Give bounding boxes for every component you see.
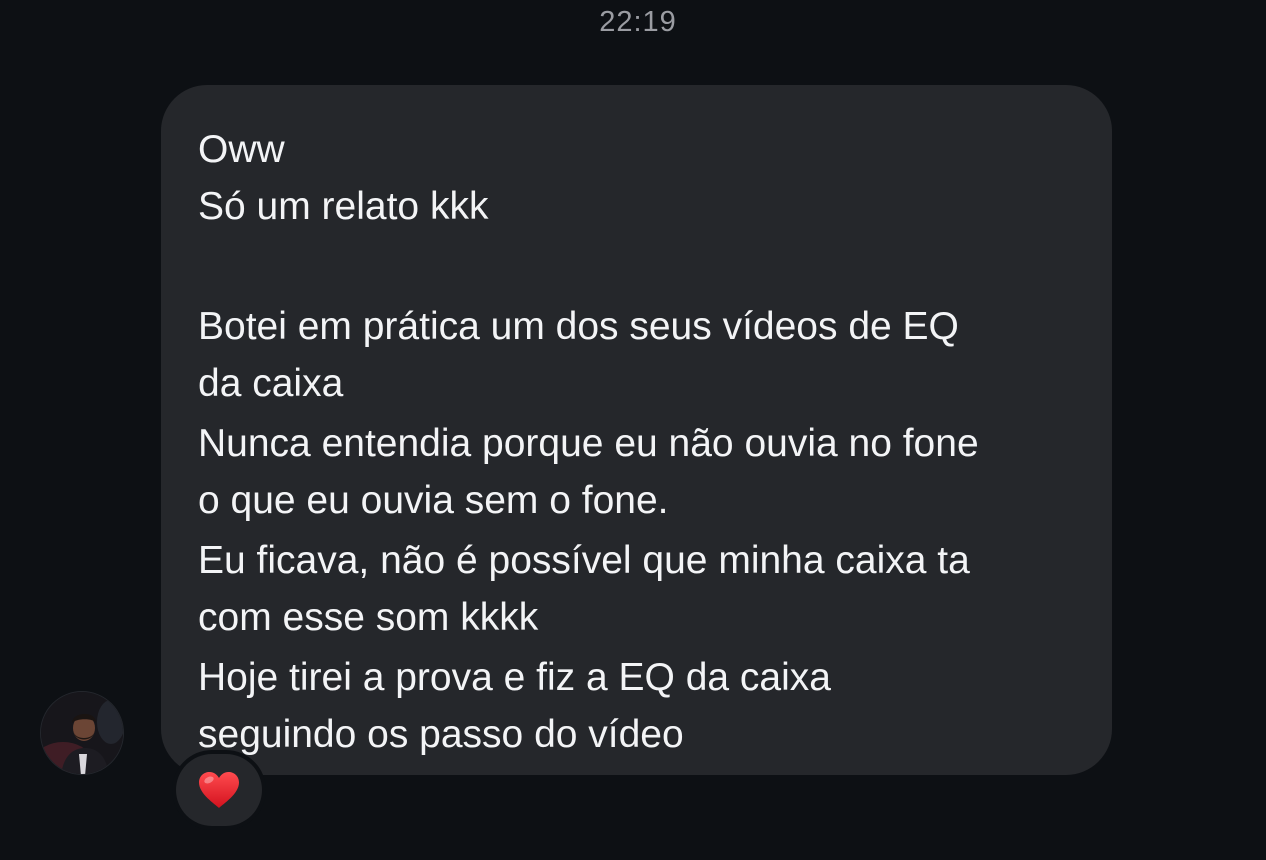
message-bubble[interactable]: Oww Só um relato kkk Botei em prática um… — [161, 85, 1112, 775]
message-line: o que eu ouvia sem o fone. — [198, 479, 669, 522]
message-line: seguindo os passo do vídeo — [198, 713, 684, 756]
avatar-photo — [41, 692, 123, 774]
message-line: Botei em prática um dos seus vídeos de E… — [198, 305, 959, 348]
user-avatar-icon[interactable] — [40, 691, 124, 775]
heart-icon — [199, 772, 239, 808]
reaction-badge[interactable] — [176, 754, 262, 826]
incoming-message-row: Oww Só um relato kkk Botei em prática um… — [0, 0, 1266, 860]
message-line: Só um relato kkk — [198, 185, 489, 228]
message-line: Oww — [198, 128, 285, 171]
message-line: Hoje tirei a prova e fiz a EQ da caixa — [198, 656, 831, 699]
message-line: com esse som kkkk — [198, 596, 539, 639]
message-line: Eu ficava, não é possível que minha caix… — [198, 539, 970, 582]
message-line: da caixa — [198, 362, 344, 405]
message-line: Nunca entendia porque eu não ouvia no fo… — [198, 422, 979, 465]
